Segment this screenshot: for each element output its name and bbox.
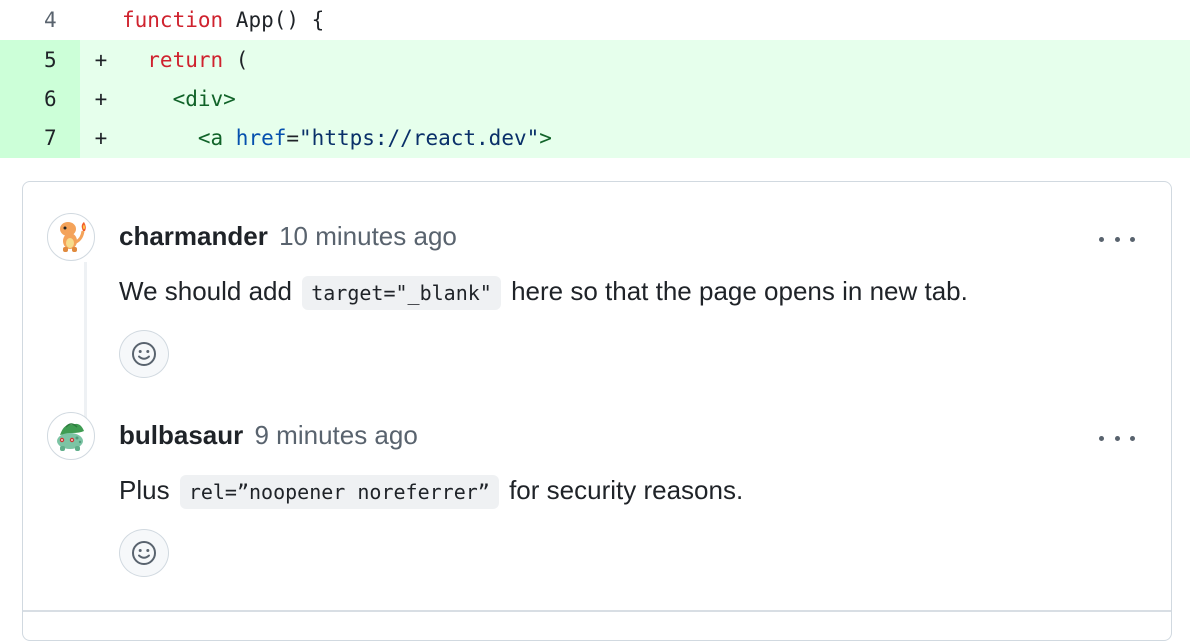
code-token: return — [122, 48, 224, 72]
charmander-avatar-icon — [60, 222, 86, 252]
add-reaction-button[interactable] — [119, 529, 169, 577]
diff-line: 4 function App() { — [0, 0, 1190, 40]
code-content: <a href="https://react.dev"> — [122, 126, 552, 150]
diff-line-added: 5 + return ( — [0, 40, 1190, 80]
line-number[interactable]: 7 — [0, 118, 80, 158]
diff-line-added: 6 + <div> — [0, 79, 1190, 119]
thread-rail — [84, 262, 87, 422]
add-reaction-button[interactable] — [119, 330, 169, 378]
diff-marker: + — [94, 48, 108, 72]
comment-text: for security reasons. — [509, 475, 744, 505]
line-number[interactable]: 4 — [0, 0, 80, 40]
bulbasaur-avatar-icon — [57, 423, 84, 451]
code-token: > — [539, 126, 552, 150]
smiley-icon — [132, 342, 156, 366]
review-comment-thread: charmander 10 minutes ago We should add … — [22, 181, 1172, 641]
code-content: function App() { — [122, 8, 324, 32]
line-number[interactable]: 5 — [0, 40, 80, 80]
diff-marker: + — [94, 87, 108, 111]
comment-author[interactable]: charmander — [119, 221, 268, 251]
thread-divider — [23, 610, 1171, 612]
comment-body: Plus rel=”noopener noreferrer” for secur… — [119, 475, 744, 509]
comment-timestamp[interactable]: 10 minutes ago — [279, 221, 457, 251]
code-token: = — [286, 126, 300, 150]
avatar[interactable] — [47, 412, 95, 460]
comment-header: bulbasaur 9 minutes ago — [119, 420, 418, 451]
avatar[interactable] — [47, 213, 95, 261]
code-token: <a — [122, 126, 224, 150]
inline-code: rel=”noopener noreferrer” — [179, 475, 499, 509]
smiley-icon — [132, 541, 156, 565]
comment-timestamp[interactable]: 9 minutes ago — [254, 420, 417, 450]
comment-options-kebab-icon[interactable] — [1099, 227, 1135, 251]
line-number[interactable]: 6 — [0, 79, 80, 119]
comment-text: Plus — [119, 475, 170, 505]
comment-text: We should add — [119, 276, 292, 306]
diff-marker: + — [94, 126, 108, 150]
comment-header: charmander 10 minutes ago — [119, 221, 457, 252]
code-token: "https://react.dev" — [299, 126, 540, 150]
code-content: return ( — [122, 48, 248, 72]
code-token: function — [122, 8, 224, 32]
comment-text: here so that the page opens in new tab. — [511, 276, 968, 306]
diff-line-added: 7 + <a href="https://react.dev"> — [0, 118, 1190, 158]
code-token: href — [223, 126, 287, 150]
comment-body: We should add target="_blank" here so th… — [119, 276, 968, 310]
code-token: App() { — [223, 8, 325, 32]
comment-options-kebab-icon[interactable] — [1099, 426, 1135, 450]
code-content: <div> — [122, 87, 236, 111]
inline-code: target="_blank" — [302, 276, 501, 310]
code-token: <div> — [122, 87, 236, 111]
comment-author[interactable]: bulbasaur — [119, 420, 243, 450]
code-token: ( — [223, 48, 249, 72]
